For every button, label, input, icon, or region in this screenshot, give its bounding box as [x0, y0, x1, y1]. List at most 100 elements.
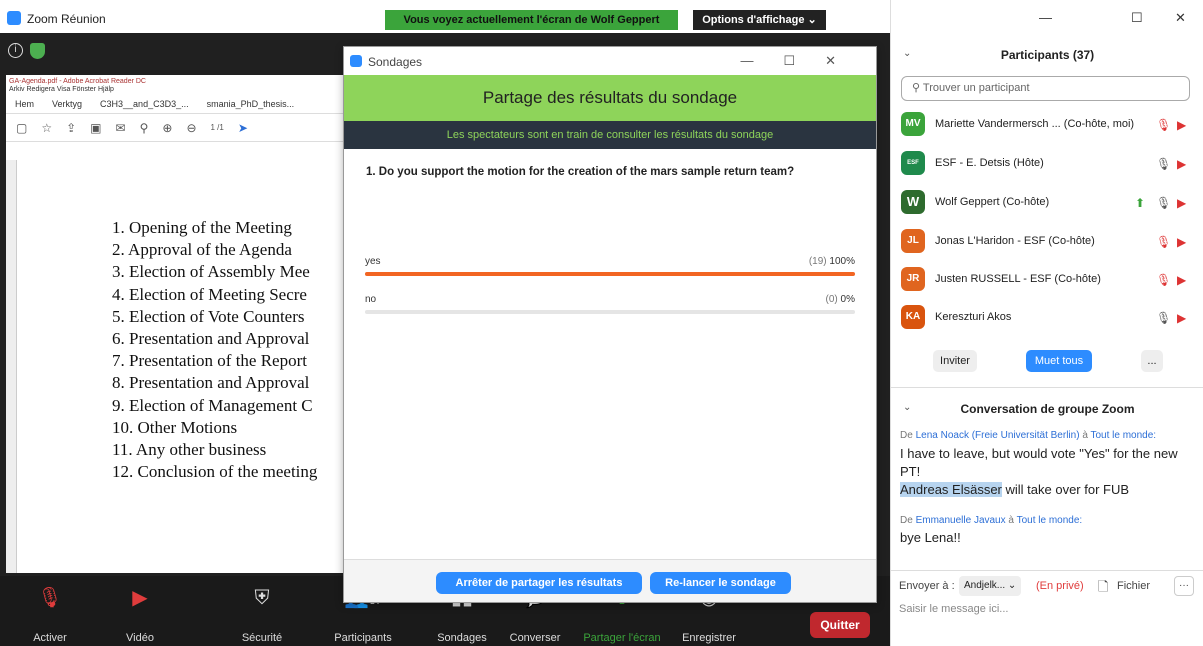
answer-bar — [365, 272, 855, 276]
mic-icon[interactable]: 🎙 — [1156, 196, 1171, 210]
avatar: JL — [901, 229, 925, 253]
agenda-item: 4. Election of Meeting Secre — [112, 284, 307, 304]
save-icon[interactable]: ▢ — [16, 121, 27, 135]
agenda-item: 5. Election of Vote Counters — [112, 306, 305, 326]
chat-send-bar: Envoyer à : Andjelk... ⌄ (En privé) 🗋 Fi… — [891, 570, 1203, 646]
poll-answer-yes: yes (19) 100% — [365, 256, 855, 276]
invite-button[interactable]: Inviter — [933, 350, 977, 372]
chat-meta: De Lena Noack (Freie Universität Berlin)… — [900, 430, 1157, 441]
divider — [891, 387, 1203, 388]
mute-all-button[interactable]: Muet tous — [1026, 350, 1092, 372]
stop-sharing-results-button[interactable]: Arrêter de partager les résultats — [436, 572, 642, 594]
video-off-icon[interactable]: ▶ — [1177, 273, 1186, 287]
agenda-item: 1. Opening of the Meeting — [112, 218, 292, 237]
participant-row[interactable]: W Wolf Geppert (Co-hôte) ⬆ 🎙 ▶ — [901, 190, 1196, 226]
encryption-shield-icon[interactable] — [30, 43, 45, 59]
poll-header: Partage des résultats du sondage — [344, 75, 876, 121]
avatar: ESF — [901, 151, 925, 175]
page-up-icon[interactable]: ⊕ — [162, 121, 172, 135]
window-title: Zoom Réunion — [27, 12, 106, 26]
star-icon[interactable]: ☆ — [41, 121, 52, 135]
participant-row[interactable]: JR Justen RUSSELL - ESF (Co-hôte) 🎙 ▶ — [901, 267, 1196, 303]
cursor-icon[interactable]: ➤ — [238, 121, 248, 135]
video-off-icon[interactable]: ▶ — [1177, 196, 1186, 210]
quit-button[interactable]: Quitter — [810, 612, 870, 638]
page-number[interactable]: 1 /1 — [211, 123, 224, 132]
window-controls[interactable]: —☐✕ — [740, 53, 866, 69]
mic-icon[interactable]: 🎙 — [1156, 157, 1171, 171]
file-icon[interactable]: 🗋 — [1098, 578, 1108, 600]
participant-row[interactable]: ESF ESF - E. Detsis (Hôte) 🎙 ▶ — [901, 151, 1196, 187]
agenda-item: 10. Other Motions — [112, 417, 238, 437]
share-screen-icon[interactable]: ⬆ — [1135, 196, 1145, 210]
minimize-icon[interactable]: — — [1039, 10, 1052, 25]
answer-bar — [365, 310, 855, 314]
mic-muted-icon[interactable]: 🎙 — [1156, 118, 1171, 132]
answer-bar-fill — [365, 272, 855, 276]
chat-title: Conversation de groupe Zoom — [960, 402, 1135, 416]
acrobat-tab[interactable]: C3H3__and_C3D3_... — [91, 99, 198, 109]
chat-message: I have to leave, but would vote "Yes" fo… — [900, 446, 1178, 497]
video-button[interactable]: ▶ Vidéo — [110, 576, 170, 646]
acrobat-title: GA-Agenda.pdf - Adobe Acrobat Reader DC — [9, 78, 146, 85]
agenda-item: 3. Election of Assembly Mee — [112, 262, 310, 282]
window-controls: — ☐ ✕ — [891, 0, 1203, 33]
more-button[interactable]: ... — [1141, 350, 1163, 372]
print-icon[interactable]: ▣ — [90, 121, 101, 135]
maximize-icon[interactable]: ☐ — [1131, 10, 1143, 26]
viewing-banner: Vous voyez actuellement l'écran de Wolf … — [385, 10, 678, 30]
chat-input[interactable]: Saisir le message ici... — [899, 603, 1008, 615]
file-button[interactable]: Fichier — [1117, 580, 1150, 592]
unmute-button[interactable]: 🎙 Activer — [20, 576, 80, 646]
more-options-button[interactable]: ··· — [1174, 576, 1194, 596]
poll-footer: Arrêter de partager les résultats Re-lan… — [344, 559, 876, 602]
video-off-icon[interactable]: ▶ — [1177, 118, 1186, 132]
acrobat-tab[interactable]: smania_PhD_thesis... — [198, 99, 304, 109]
shield-icon: ⛨ — [254, 587, 270, 609]
mic-icon[interactable]: 🎙 — [1156, 311, 1171, 325]
zoom-logo-icon — [350, 55, 362, 67]
participant-search-input[interactable]: ⚲ Trouver un participant — [901, 76, 1190, 101]
participant-row[interactable]: KA Kereszturi Akos 🎙 ▶ — [901, 305, 1196, 341]
chat-message: bye Lena!! — [900, 530, 961, 545]
relaunch-poll-button[interactable]: Re-lancer le sondage — [650, 572, 791, 594]
poll-subheader: Les spectateurs sont en train de consult… — [344, 121, 876, 149]
info-icon[interactable]: i — [8, 43, 23, 58]
view-options-button[interactable]: Options d'affichage ⌄ — [693, 10, 826, 30]
participant-row[interactable]: MV Mariette Vandermersch ... (Co-hôte, m… — [901, 112, 1196, 148]
recipient-dropdown[interactable]: Andjelk... ⌄ — [959, 576, 1022, 596]
acrobat-menu: Arkiv Redigera Visa Fönster Hjälp — [9, 86, 114, 93]
answer-count: (0) 0% — [825, 294, 855, 305]
answer-label: yes — [365, 256, 381, 267]
mic-muted-icon[interactable]: 🎙 — [1156, 235, 1171, 249]
agenda-item: 9. Election of Management C — [112, 395, 313, 415]
agenda-item: 7. Presentation of the Report — [112, 351, 307, 371]
video-off-icon[interactable]: ▶ — [1177, 235, 1186, 249]
answer-label: no — [365, 294, 377, 305]
close-icon[interactable]: ✕ — [1175, 10, 1186, 26]
poll-question: 1. Do you support the motion for the cre… — [366, 166, 795, 178]
mail-icon[interactable]: ✉ — [116, 121, 126, 135]
page-down-icon[interactable]: ⊖ — [186, 121, 196, 135]
upload-icon[interactable]: ⇪ — [66, 121, 76, 135]
video-off-icon[interactable]: ▶ — [1177, 311, 1186, 325]
security-button[interactable]: ⛨ Sécurité — [232, 576, 292, 646]
zoom-icon[interactable]: ⚲ — [140, 121, 149, 135]
agenda-item: 8. Presentation and Approval — [112, 373, 310, 393]
chat-meta: De Emmanuelle Javaux à Tout le monde: — [900, 515, 1083, 526]
avatar: JR — [901, 267, 925, 291]
poll-answer-no: no (0) 0% — [365, 294, 855, 314]
agenda-item: 12. Conclusion of the meeting — [112, 462, 318, 482]
agenda-item: 6. Presentation and Approval — [112, 329, 310, 349]
acrobat-tab[interactable]: Verktyg — [43, 99, 91, 109]
zoom-logo-icon — [7, 11, 21, 25]
search-icon: ⚲ — [912, 82, 923, 94]
acrobat-sidebar[interactable] — [6, 160, 16, 573]
video-off-icon[interactable]: ▶ — [1177, 157, 1186, 171]
participant-row[interactable]: JL Jonas L'Haridon - ESF (Co-hôte) 🎙 ▶ — [901, 229, 1196, 265]
agenda-list: 1. Opening of the Meeting 2. Approval of… — [112, 217, 342, 483]
answer-count: (19) 100% — [808, 256, 855, 267]
agenda-item: 2. Approval of the Agenda — [112, 240, 292, 260]
acrobat-tab[interactable]: Hem — [6, 99, 43, 109]
mic-muted-icon[interactable]: 🎙 — [1156, 273, 1171, 287]
